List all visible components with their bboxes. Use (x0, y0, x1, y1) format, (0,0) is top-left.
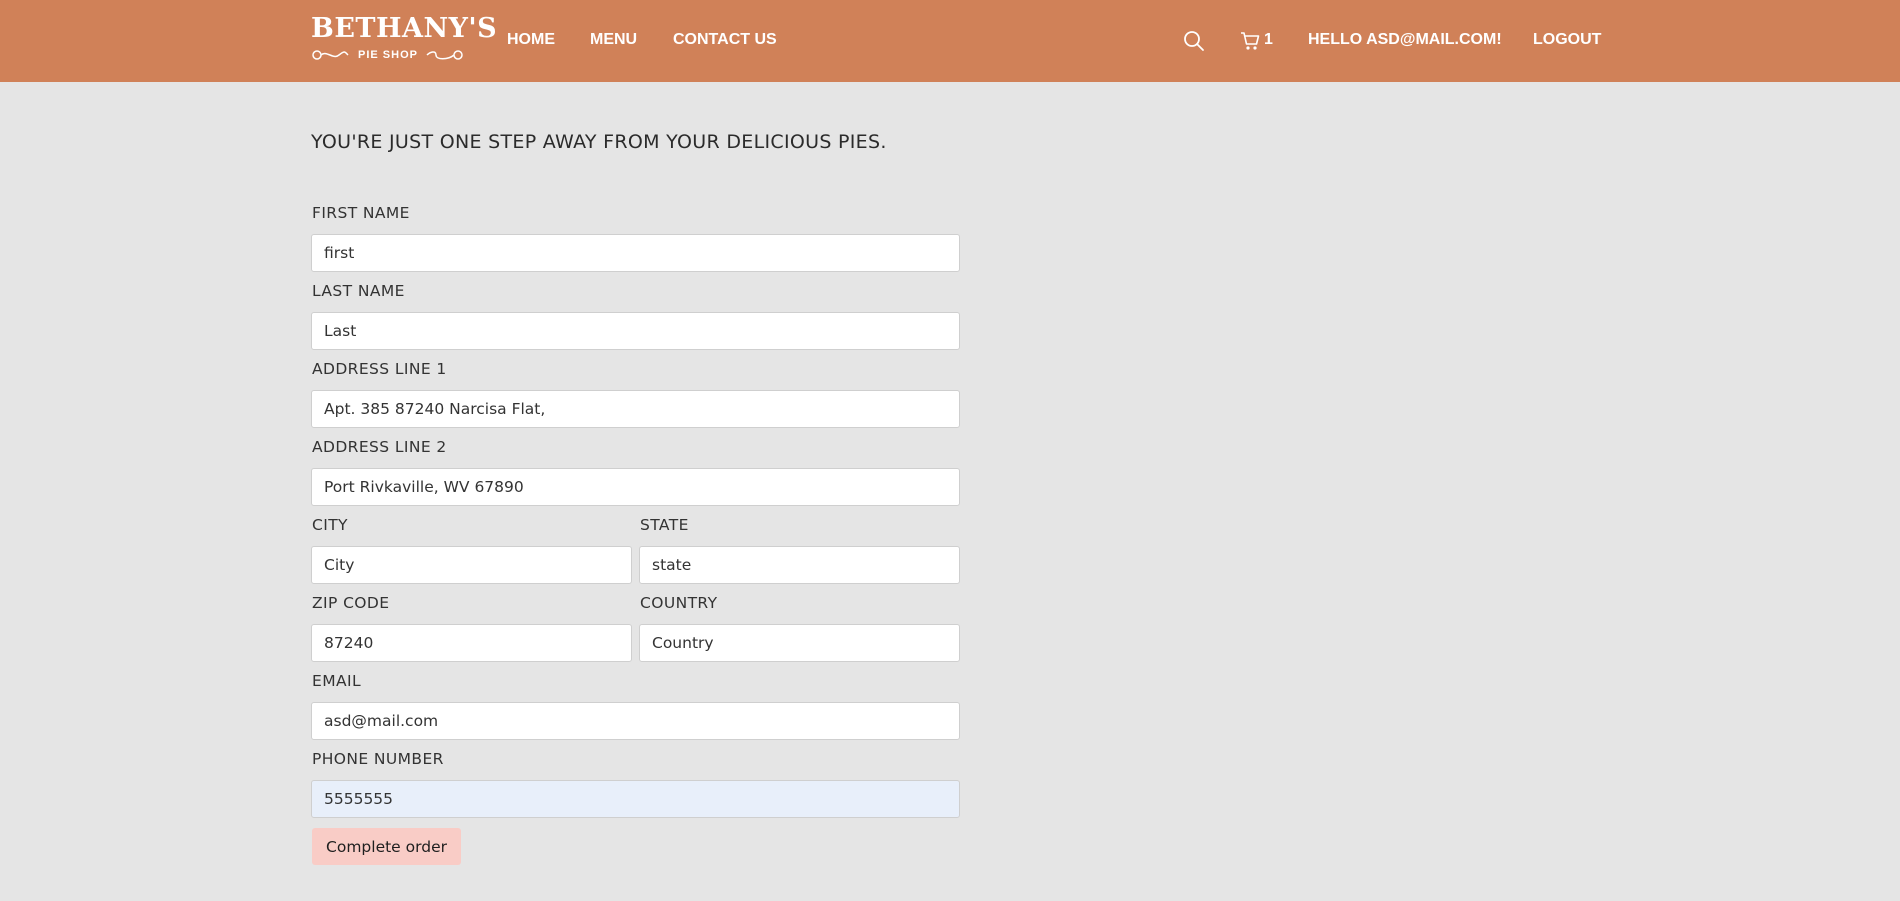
state-label: STATE (640, 516, 689, 534)
logout-link[interactable]: LOGOUT (1533, 0, 1601, 80)
flourish-right-icon (426, 50, 463, 60)
bethanys-pie-shop-logo[interactable]: BETHANY'S PIE SHOP (311, 13, 498, 64)
cart-count[interactable]: 1 (1264, 0, 1273, 80)
complete-order-button[interactable]: Complete order (312, 828, 461, 865)
email-label: EMAIL (312, 672, 361, 690)
logo-sub-row: PIE SHOP (311, 47, 464, 63)
phone-number-field[interactable] (311, 780, 960, 818)
address-line-1-field[interactable] (311, 390, 960, 428)
user-greeting: HELLO ASD@MAIL.COM! (1308, 31, 1502, 48)
city-label: CITY (312, 516, 348, 534)
state-field[interactable] (639, 546, 960, 584)
address-line-1-label: ADDRESS LINE 1 (312, 360, 447, 378)
address-line-2-field[interactable] (311, 468, 960, 506)
last-name-label: LAST NAME (312, 282, 405, 300)
country-field[interactable] (639, 624, 960, 662)
logo-main-text: BETHANY'S (311, 13, 498, 44)
flourish-left-icon (312, 50, 349, 60)
email-field[interactable] (311, 702, 960, 740)
search-icon[interactable] (1183, 30, 1205, 52)
country-label: COUNTRY (640, 594, 718, 612)
cart-icon[interactable] (1240, 31, 1260, 51)
nav-contact-link[interactable]: CONTACT US (673, 0, 777, 80)
page-title: YOU'RE JUST ONE STEP AWAY FROM YOUR DELI… (311, 131, 887, 153)
zip-code-label: ZIP CODE (312, 594, 390, 612)
zip-code-field[interactable] (311, 624, 632, 662)
first-name-field[interactable] (311, 234, 960, 272)
logo-sub-text: PIE SHOP (358, 49, 418, 61)
city-field[interactable] (311, 546, 632, 584)
phone-number-label: PHONE NUMBER (312, 750, 444, 768)
nav-home-link[interactable]: HOME (507, 0, 555, 80)
address-line-2-label: ADDRESS LINE 2 (312, 438, 447, 456)
last-name-field[interactable] (311, 312, 960, 350)
first-name-label: FIRST NAME (312, 204, 410, 222)
nav-menu-link[interactable]: MENU (590, 0, 637, 80)
top-navigation-bar: BETHANY'S PIE SHOP HOME MENU CONTACT US (0, 0, 1900, 82)
